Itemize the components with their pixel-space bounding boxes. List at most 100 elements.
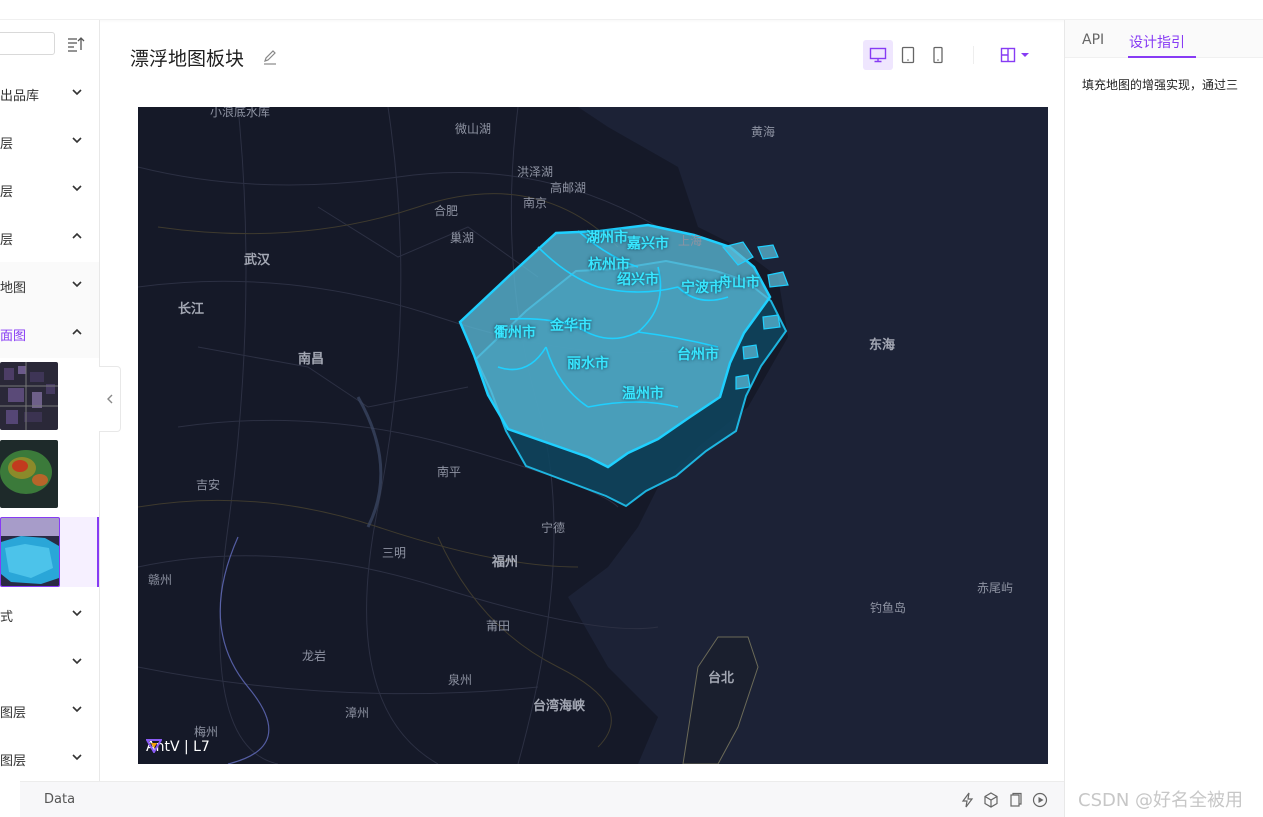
- flash-icon[interactable]: [960, 792, 976, 808]
- map-label: 巢湖: [450, 231, 475, 245]
- desktop-view-button[interactable]: [863, 40, 893, 70]
- sidebar-item-label: 出品库: [0, 89, 40, 104]
- example-thumbnail-2[interactable]: [0, 440, 58, 508]
- antv-logo[interactable]: AntV | L7: [146, 739, 210, 755]
- sidebar-item-0[interactable]: 出品库: [0, 70, 99, 118]
- chevron-down-icon: [72, 89, 82, 96]
- map-label: 微山湖: [455, 122, 492, 136]
- map-label: 漳州: [345, 706, 370, 720]
- sidebar-item-label: 层: [0, 233, 14, 248]
- tab-ink-bar: [1128, 56, 1196, 58]
- sidebar-item-5[interactable]: 面图: [0, 310, 99, 358]
- map-label: 东海: [869, 338, 896, 353]
- sidebar-item-6[interactable]: 式: [0, 591, 99, 639]
- city-label: 舟山市: [718, 275, 760, 291]
- map-label: 赤尾屿: [977, 581, 1014, 595]
- data-tab[interactable]: Data: [44, 792, 75, 807]
- map-label: 合肥: [434, 204, 459, 218]
- tab-design-guide[interactable]: 设计指引: [1129, 32, 1185, 52]
- map-label: 南平: [437, 465, 462, 479]
- description-text: 填充地图的增强实现，通过三: [1082, 78, 1239, 92]
- map-label: 台湾海峡: [533, 699, 586, 714]
- sidebar-item-1[interactable]: 层: [0, 118, 99, 166]
- mobile-view-button[interactable]: [923, 40, 953, 70]
- sidebar-item-label: 层: [0, 137, 14, 152]
- desktop-icon: [869, 47, 887, 63]
- map-label: 宁德: [541, 521, 566, 535]
- edit-icon[interactable]: [262, 49, 278, 65]
- sidebar-item-2[interactable]: 层: [0, 166, 99, 214]
- example-thumbnail-3-selected[interactable]: [0, 517, 60, 587]
- map-label: 三明: [382, 546, 407, 560]
- city-label: 金华市: [550, 318, 592, 334]
- chevron-down-icon: [72, 610, 82, 617]
- city-label: 温州市: [622, 386, 664, 402]
- city-label: 绍兴市: [617, 272, 659, 288]
- tablet-view-button[interactable]: [893, 40, 923, 70]
- map-base-layer: [138, 107, 1048, 764]
- chevron-left-icon: [106, 394, 112, 404]
- watermark: CSDN @好名全被用: [1078, 790, 1244, 811]
- caret-down-icon: [1021, 53, 1029, 57]
- map-canvas[interactable]: 小浪底水库 微山湖 黄海 洪泽湖 高邮湖 南京 合肥 巢湖 上海 武汉 长江 南…: [138, 107, 1048, 764]
- layout-dropdown-button[interactable]: [1000, 44, 1036, 66]
- map-label: 长江: [178, 302, 205, 317]
- city-label: 衢州市: [494, 325, 536, 341]
- sidebar-item-label: 图层: [0, 706, 27, 721]
- top-bar: [0, 0, 1263, 20]
- chevron-down-icon: [72, 137, 82, 144]
- map-label: 梅州: [194, 725, 219, 739]
- city-label: 台州市: [677, 347, 719, 363]
- tab-api[interactable]: API: [1082, 32, 1104, 48]
- sidebar-item-label: 地图: [0, 281, 27, 296]
- city-label: 丽水市: [567, 356, 609, 372]
- chevron-down-icon: [72, 185, 82, 192]
- page-title: 漂浮地图板块: [130, 48, 245, 70]
- sidebar-item-7[interactable]: [0, 639, 99, 687]
- sidebar: 出品库 层 层 层 地图 面图 式 图层 图层: [0, 20, 100, 817]
- chevron-up-icon: [72, 232, 82, 239]
- play-icon[interactable]: [1032, 792, 1048, 808]
- sort-icon[interactable]: [67, 36, 85, 52]
- sidebar-search-input[interactable]: [0, 32, 55, 55]
- map-label: 黄海: [751, 125, 776, 139]
- example-thumbnail-1[interactable]: [0, 362, 58, 430]
- chevron-down-icon: [72, 706, 82, 713]
- sidebar-item-3[interactable]: 层: [0, 214, 99, 262]
- sidebar-item-9[interactable]: 图层: [0, 735, 99, 783]
- sidebar-item-label: 面图: [0, 329, 27, 344]
- right-panel-tabs: API 设计指引: [1065, 20, 1263, 58]
- map-label: 洪泽湖: [517, 165, 554, 179]
- copy-icon[interactable]: [1007, 792, 1023, 808]
- map-label: 莆田: [486, 619, 511, 633]
- map-label: 钓鱼岛: [870, 601, 907, 615]
- tablet-icon: [901, 46, 915, 64]
- chevron-down-icon: [72, 658, 82, 665]
- map-label: 龙岩: [302, 649, 327, 663]
- antv-logo-icon: [146, 739, 162, 753]
- sidebar-item-label: 层: [0, 185, 14, 200]
- sidebar-item-4[interactable]: 地图: [0, 262, 99, 310]
- map-label: 台北: [708, 671, 735, 686]
- sidebar-item-label: 图层: [0, 754, 27, 769]
- layout-icon: [1000, 47, 1016, 63]
- chevron-down-icon: [72, 754, 82, 761]
- codesandbox-icon[interactable]: [983, 792, 999, 808]
- bottom-bar: Data: [20, 781, 1064, 817]
- sidebar-item-8[interactable]: 图层: [0, 687, 99, 735]
- city-label: 宁波市: [681, 280, 723, 296]
- map-label: 吉安: [196, 478, 221, 492]
- map-label: 高邮湖: [550, 181, 587, 195]
- toolbar-divider: [973, 46, 974, 64]
- map-label: 南京: [523, 196, 548, 210]
- sidebar-item-label: 式: [0, 610, 14, 625]
- chevron-down-icon: [72, 281, 82, 288]
- mobile-icon: [933, 46, 943, 64]
- map-label: 上海: [678, 234, 703, 248]
- city-label: 嘉兴市: [627, 236, 669, 252]
- city-label: 湖州市: [586, 230, 628, 246]
- map-label: 赣州: [148, 573, 173, 587]
- collapse-sidebar-button[interactable]: [99, 366, 121, 432]
- map-label: 福州: [492, 555, 519, 570]
- right-panel: API 设计指引 填充地图的增强实现，通过三: [1064, 20, 1263, 817]
